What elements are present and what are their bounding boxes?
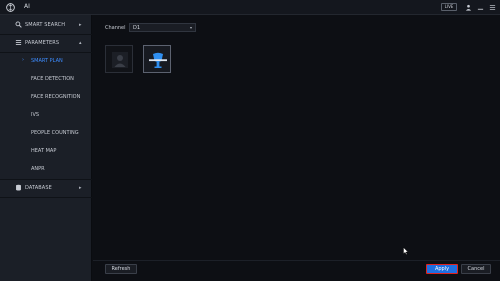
sidebar-subitem-label: FACE RECOGNITION <box>31 94 81 100</box>
sidebar-subitem-label: FACE DETECTION <box>31 76 74 82</box>
sidebar-item-smart-search[interactable]: SMART SEARCH ▸ <box>0 16 92 34</box>
sidebar-subitem-people-counting[interactable]: PEOPLE COUNTING <box>0 124 92 142</box>
database-icon <box>16 184 21 191</box>
chevron-right-icon: ▸ <box>79 185 82 191</box>
sidebar-item-label: DATABASE <box>25 185 52 191</box>
chevron-right-icon: › <box>22 57 24 63</box>
sidebar-item-label: SMART SEARCH <box>25 22 66 28</box>
sidebar-subitem-heat-map[interactable]: HEAT MAP <box>0 142 92 160</box>
cancel-button[interactable]: Cancel <box>461 264 491 274</box>
refresh-button[interactable]: Refresh <box>105 264 137 274</box>
parameters-icon <box>15 40 22 45</box>
sidebar-item-parameters[interactable]: PARAMETERS ▴ <box>0 34 92 52</box>
sidebar-item-database[interactable]: DATABASE ▸ <box>0 179 92 197</box>
ai-logo-icon <box>6 3 15 12</box>
sidebar-subitem-ivs[interactable]: IVS <box>0 106 92 124</box>
search-icon <box>15 21 22 28</box>
face-recognition-plan-icon <box>112 52 128 68</box>
menu-icon[interactable] <box>489 4 496 11</box>
mouse-cursor-icon <box>403 247 409 255</box>
channel-label: Channel <box>105 25 126 31</box>
user-icon[interactable] <box>465 4 472 11</box>
minimize-icon[interactable] <box>477 4 484 11</box>
ivs-plan-tile[interactable] <box>143 45 171 73</box>
sidebar-subitem-face-detection[interactable]: FACE DETECTION <box>0 70 92 88</box>
sidebar-item-label: PARAMETERS <box>25 40 60 46</box>
sidebar-subitem-face-recognition[interactable]: FACE RECOGNITION <box>0 88 92 106</box>
divider <box>0 197 92 198</box>
apply-button[interactable]: Apply <box>426 264 458 274</box>
sidebar-subitem-anpr[interactable]: ANPR <box>0 160 92 178</box>
sidebar-subitem-label: HEAT MAP <box>31 148 57 154</box>
channel-select[interactable]: D1 ▾ <box>129 23 196 32</box>
footer-divider <box>93 260 500 261</box>
chevron-up-icon: ▴ <box>79 40 82 46</box>
ivs-plan-icon <box>149 52 167 68</box>
sidebar: SMART SEARCH ▸ PARAMETERS ▴ › SMART PLAN… <box>0 15 92 281</box>
sidebar-subitem-label: ANPR <box>31 166 45 172</box>
title-bar: AI LIVE <box>0 0 500 15</box>
sidebar-subitem-label: IVS <box>31 112 40 118</box>
sidebar-subitem-smart-plan[interactable]: › SMART PLAN <box>0 52 92 70</box>
sidebar-subitem-label: SMART PLAN <box>31 58 63 64</box>
channel-value: D1 <box>133 25 141 31</box>
main-panel: Channel D1 ▾ <box>93 15 500 281</box>
window-title: AI <box>24 3 30 10</box>
live-button[interactable]: LIVE <box>441 3 457 11</box>
chevron-right-icon: ▸ <box>79 22 82 28</box>
face-recognition-plan-tile[interactable] <box>105 45 133 73</box>
chevron-down-icon: ▾ <box>189 25 192 30</box>
sidebar-subitem-label: PEOPLE COUNTING <box>31 130 79 136</box>
